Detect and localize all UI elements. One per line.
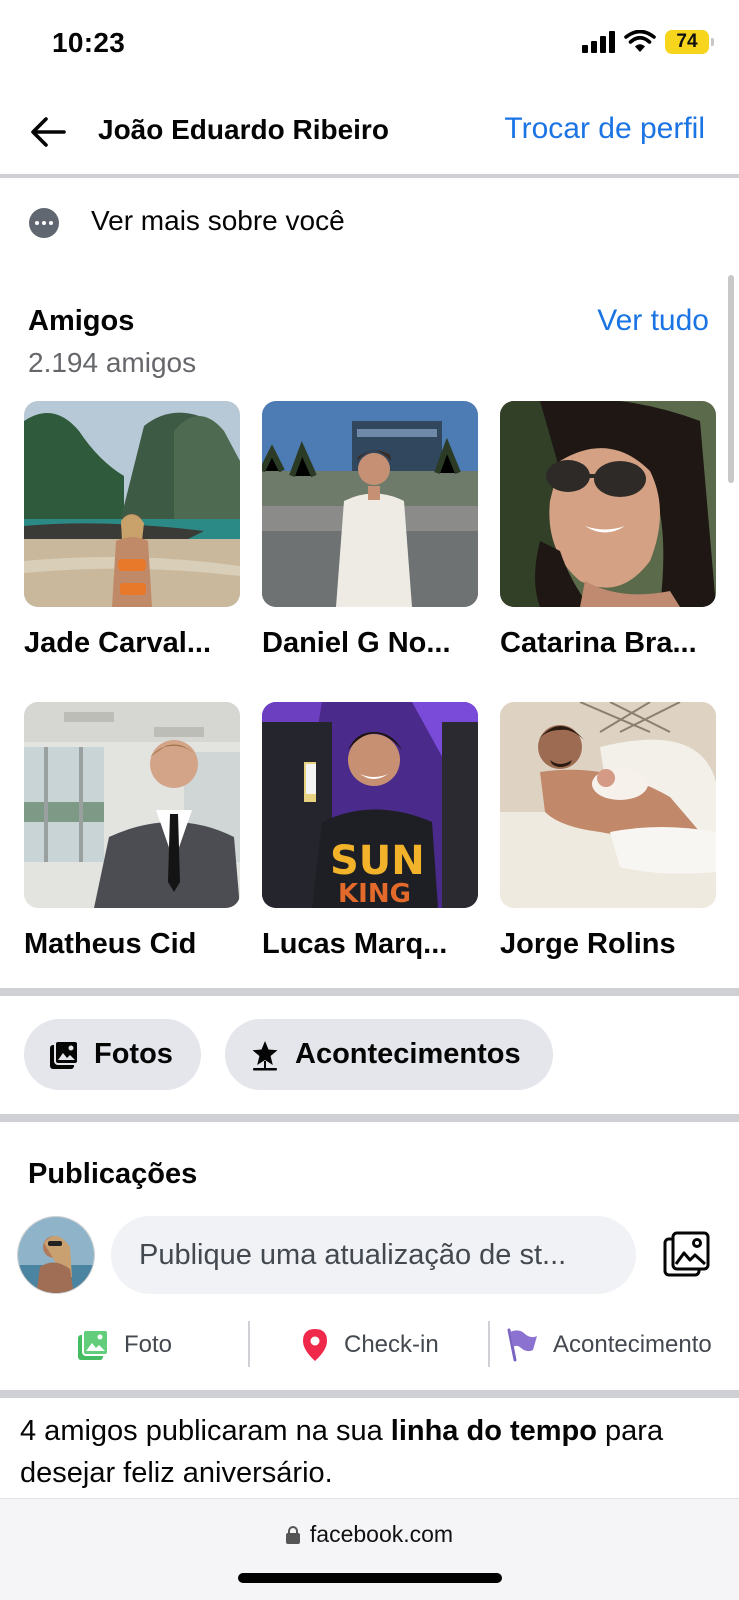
friend-card[interactable]: Catarina Bra... <box>500 401 716 660</box>
friend-photo[interactable] <box>500 401 716 607</box>
photos-chip-label: Fotos <box>94 1038 173 1070</box>
life-events-chip-label: Acontecimentos <box>295 1038 521 1070</box>
see-all-friends-link[interactable]: Ver tudo <box>597 304 709 338</box>
see-more-label: Ver mais sobre você <box>91 205 345 236</box>
friend-photo[interactable] <box>262 401 478 607</box>
more-dots-icon <box>29 208 59 238</box>
friend-name[interactable]: Catarina Bra... <box>500 627 716 660</box>
status-composer-input[interactable]: Publique uma atualização de st... <box>111 1216 636 1294</box>
friend-name[interactable]: Daniel G No... <box>262 627 478 660</box>
friend-name[interactable]: Jade Carval... <box>24 627 240 660</box>
timeline-link[interactable]: linha do tempo <box>391 1415 597 1447</box>
notice-text-start: 4 amigos publicaram na sua <box>20 1415 391 1447</box>
url-text: facebook.com <box>309 1521 454 1547</box>
cellular-signal-icon <box>582 31 615 53</box>
see-more-about-you[interactable]: Ver mais sobre você <box>0 198 739 248</box>
checkin-action-label: Check-in <box>344 1331 439 1358</box>
switch-profile-link[interactable]: Trocar de perfil <box>504 112 705 146</box>
friend-card[interactable]: Jade Carval... <box>24 401 240 660</box>
friend-card[interactable]: SUN KING Lucas Marq... <box>262 702 478 961</box>
wifi-icon <box>624 30 656 52</box>
back-arrow-icon[interactable] <box>26 110 70 154</box>
friends-count: 2.194 amigos <box>28 347 197 378</box>
svg-text:KING: KING <box>338 879 411 908</box>
avatar[interactable] <box>17 1216 95 1294</box>
friend-card[interactable]: Matheus Cid <box>24 702 240 961</box>
life-event-star-icon <box>252 1040 278 1070</box>
flag-icon <box>507 1328 537 1362</box>
friends-title: Amigos <box>28 305 135 337</box>
friend-photo[interactable] <box>500 702 716 908</box>
photos-chip[interactable]: Fotos <box>24 1019 201 1090</box>
profile-header: João Eduardo Ribeiro Trocar de perfil <box>0 96 739 174</box>
scrollbar[interactable] <box>728 275 734 483</box>
posts-title: Publicações <box>28 1158 198 1190</box>
status-bar: 10:23 74 <box>0 0 739 90</box>
action-separator <box>488 1321 490 1367</box>
svg-text:SUN: SUN <box>330 838 425 884</box>
friend-name[interactable]: Matheus Cid <box>24 928 240 961</box>
page-title: João Eduardo Ribeiro <box>98 114 389 145</box>
friend-photo[interactable]: SUN KING <box>262 702 478 908</box>
section-divider <box>0 1114 739 1122</box>
battery-indicator: 74 <box>665 30 714 54</box>
header-divider <box>0 174 739 178</box>
friend-name[interactable]: Lucas Marq... <box>262 928 478 961</box>
composer-placeholder: Publique uma atualização de st... <box>139 1238 567 1271</box>
life-event-action-button[interactable]: Acontecimento <box>505 1322 712 1368</box>
photo-action-label: Foto <box>124 1331 173 1358</box>
checkin-action-button[interactable]: Check-in <box>300 1322 439 1368</box>
location-pin-icon <box>303 1329 327 1361</box>
browser-address-bar[interactable]: facebook.com <box>0 1498 739 1600</box>
home-indicator[interactable] <box>238 1573 502 1583</box>
friend-card[interactable]: Jorge Rolins <box>500 702 716 961</box>
status-icons: 74 <box>582 30 714 54</box>
friend-card[interactable]: Daniel G No... <box>262 401 478 660</box>
status-time: 10:23 <box>52 27 126 58</box>
friend-photo[interactable] <box>24 401 240 607</box>
friend-photo[interactable] <box>24 702 240 908</box>
photo-icon <box>78 1329 109 1360</box>
url-display[interactable]: facebook.com <box>0 1521 739 1548</box>
lock-icon <box>285 1525 300 1544</box>
life-event-action-label: Acontecimento <box>553 1331 712 1358</box>
friend-name[interactable]: Jorge Rolins <box>500 928 716 961</box>
life-events-chip[interactable]: Acontecimentos <box>225 1019 553 1090</box>
section-divider <box>0 988 739 996</box>
photo-action-button[interactable]: Foto <box>76 1322 172 1368</box>
birthday-posts-notice[interactable]: 4 amigos publicaram na sua linha do temp… <box>20 1410 725 1494</box>
photos-icon <box>50 1039 79 1069</box>
section-divider <box>0 1390 739 1398</box>
action-separator <box>248 1321 250 1367</box>
add-photo-icon[interactable] <box>662 1230 712 1280</box>
